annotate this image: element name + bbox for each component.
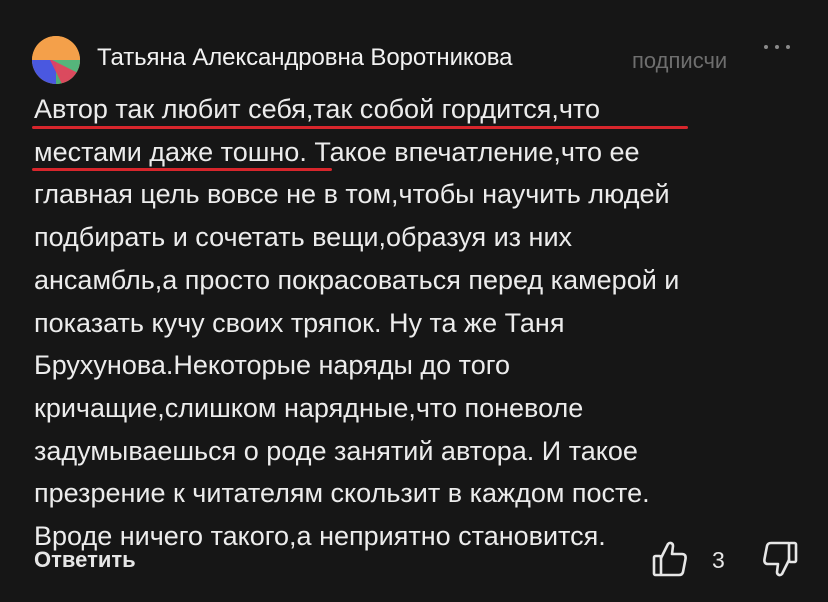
reply-button[interactable]: Ответить [34, 547, 136, 573]
comment-line: Брухунова.Некоторые наряды до того [34, 350, 511, 381]
comment-line: кричащие,слишком нарядные,что поневоле [34, 392, 584, 423]
avatar-image [32, 36, 80, 84]
comment-line: задумываешься о роде занятий автора. И т… [34, 435, 638, 466]
comment-line: презрение к читателям скользит в каждом … [34, 478, 650, 509]
comment-line: местами даже тошно. Такое впечатление,чт… [34, 136, 640, 167]
comment-line: главная цель вовсе не в том,чтобы научит… [34, 179, 670, 210]
comment-card: Татьяна Александровна Воротникова подпис… [0, 0, 828, 602]
highlight-underline [32, 126, 688, 129]
comment-line: подбирать и сочетать вещи,образуя из них [34, 222, 573, 253]
comment-line: Автор так любит себя,так собой гордится,… [34, 94, 600, 124]
thumbs-down-icon[interactable] [762, 540, 798, 578]
comment-line: Вроде ничего такого,а неприятно становит… [34, 521, 606, 552]
comment-line: ансамбль,а просто покрасоваться перед ка… [34, 264, 680, 295]
highlight-underline [32, 168, 332, 171]
comment-line: показать кучу своих тряпок. Ну та же Тан… [34, 307, 565, 338]
more-dots-icon[interactable] [764, 40, 790, 54]
dot [764, 45, 768, 49]
dot [775, 45, 779, 49]
subscribe-label[interactable]: подписчи [632, 48, 752, 74]
comment-text: Автор так любит себя,так собой гордится,… [34, 88, 814, 558]
author-name[interactable]: Татьяна Александровна Воротникова [97, 44, 513, 72]
thumbs-up-icon[interactable] [652, 540, 688, 578]
dot [786, 45, 790, 49]
like-count: 3 [712, 547, 725, 573]
avatar[interactable] [32, 36, 80, 84]
